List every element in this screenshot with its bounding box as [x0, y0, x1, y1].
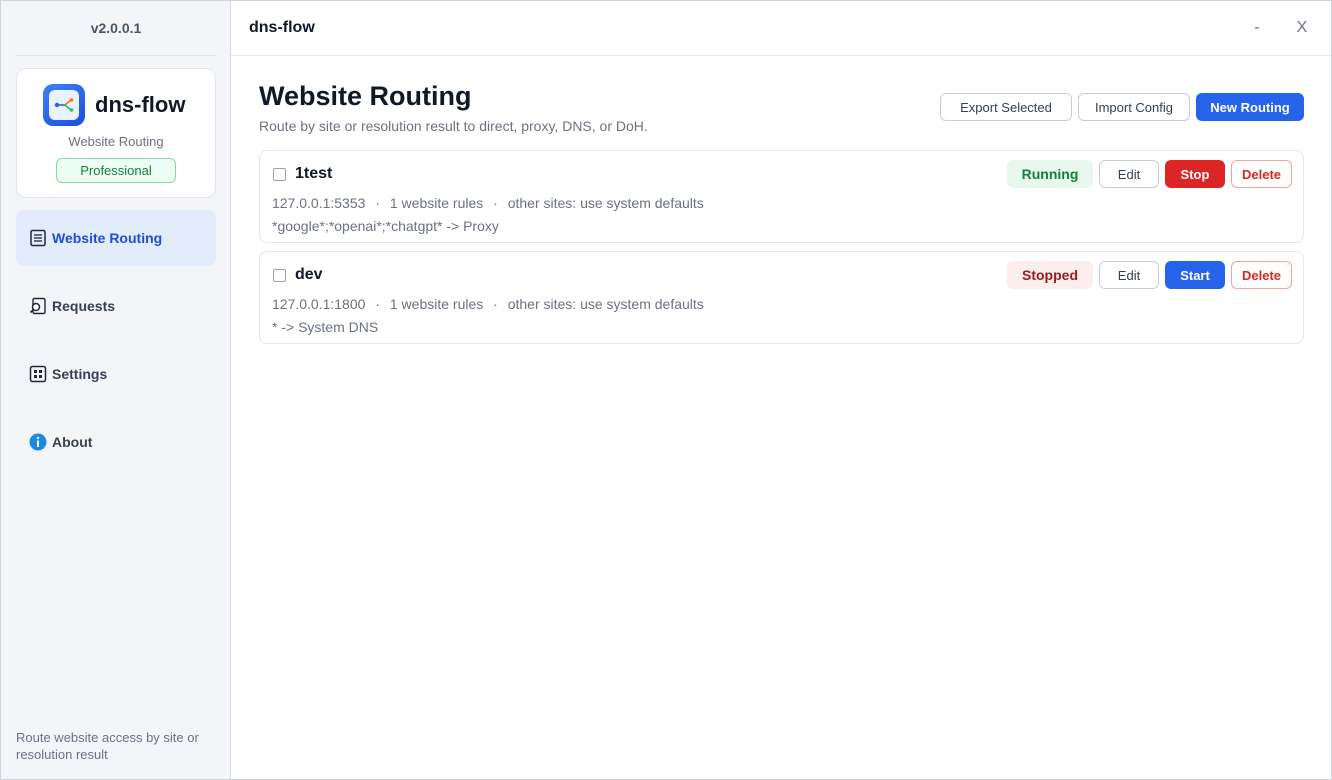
nav-item-label: About: [52, 434, 93, 450]
app-window: v2.0.0.1 dns-flow Website Routing Profes…: [0, 0, 1332, 780]
edit-button[interactable]: Edit: [1099, 160, 1159, 188]
routing-rule-line: * -> System DNS: [272, 319, 379, 335]
page-subtitle: Route by site or resolution result to di…: [259, 118, 648, 134]
grid-icon: [28, 364, 48, 384]
select-checkbox[interactable]: [273, 168, 286, 181]
start-button[interactable]: Start: [1165, 261, 1225, 289]
delete-button[interactable]: Delete: [1231, 160, 1292, 188]
nav-item-label: Website Routing: [52, 230, 163, 246]
status-badge: Running: [1007, 160, 1093, 188]
minimize-button[interactable]: -: [1246, 15, 1268, 41]
magnifier-doc-icon: [28, 296, 48, 316]
plan-badge: Professional: [56, 158, 176, 183]
page-title: Website Routing: [259, 81, 472, 111]
nav-item-label: Settings: [52, 366, 108, 382]
routing-meta: 127.0.0.1:5353 · 1 website rules · other…: [272, 195, 704, 211]
edit-button[interactable]: Edit: [1099, 261, 1159, 289]
routing-name: dev: [295, 266, 323, 283]
routing-rule-line: *google*;*openai*;*chatgpt* -> Proxy: [272, 218, 499, 234]
brand-card: dns-flow Website Routing Professional: [16, 68, 216, 198]
nav-item-website-routing[interactable]: Website Routing: [16, 210, 216, 266]
routing-other-sites: other sites: use system defaults: [507, 296, 704, 312]
version-label: v2.0.0.1: [16, 1, 216, 56]
separator: ·: [493, 195, 498, 211]
separator: ·: [493, 296, 498, 312]
stop-button[interactable]: Stop: [1165, 160, 1225, 188]
brand-subtitle: Website Routing: [68, 134, 164, 149]
close-button[interactable]: X: [1291, 15, 1313, 41]
separator: ·: [375, 296, 380, 312]
nav-item-about[interactable]: About: [16, 414, 216, 470]
brand-row: dns-flow: [43, 83, 185, 127]
routing-rule-count: 1 website rules: [389, 296, 484, 312]
routing-name: 1test: [295, 165, 333, 182]
routing-address: 127.0.0.1:5353: [272, 195, 366, 211]
sidebar-footer-text: Route website access by site or resoluti…: [16, 730, 199, 762]
info-icon: [28, 432, 48, 452]
delete-button[interactable]: Delete: [1231, 261, 1292, 289]
titlebar: dns-flow - X: [231, 1, 1331, 56]
separator: ·: [375, 195, 380, 211]
sidebar: v2.0.0.1 dns-flow Website Routing Profes…: [1, 1, 231, 779]
nav-item-requests[interactable]: Requests: [16, 278, 216, 334]
export-selected-button[interactable]: Export Selected: [940, 93, 1072, 121]
new-routing-button[interactable]: New Routing: [1196, 93, 1304, 121]
brand-name: dns-flow: [95, 92, 186, 117]
nav-item-settings[interactable]: Settings: [16, 346, 216, 402]
nav-item-label: Requests: [52, 298, 116, 314]
import-config-button[interactable]: Import Config: [1078, 93, 1190, 121]
routing-card: dev Stopped Edit Start Delete 127.0.0.1:…: [259, 251, 1304, 344]
routing-card: 1test Running Edit Stop Delete 127.0.0.1…: [259, 150, 1304, 243]
app-logo-icon: [43, 84, 85, 126]
window-title: dns-flow: [249, 19, 315, 36]
routing-other-sites: other sites: use system defaults: [507, 195, 704, 211]
status-badge: Stopped: [1007, 261, 1093, 289]
select-checkbox[interactable]: [273, 269, 286, 282]
routing-address: 127.0.0.1:1800: [272, 296, 366, 312]
list-icon: [28, 228, 48, 248]
routing-rule-count: 1 website rules: [389, 195, 484, 211]
routing-meta: 127.0.0.1:1800 · 1 website rules · other…: [272, 296, 704, 312]
